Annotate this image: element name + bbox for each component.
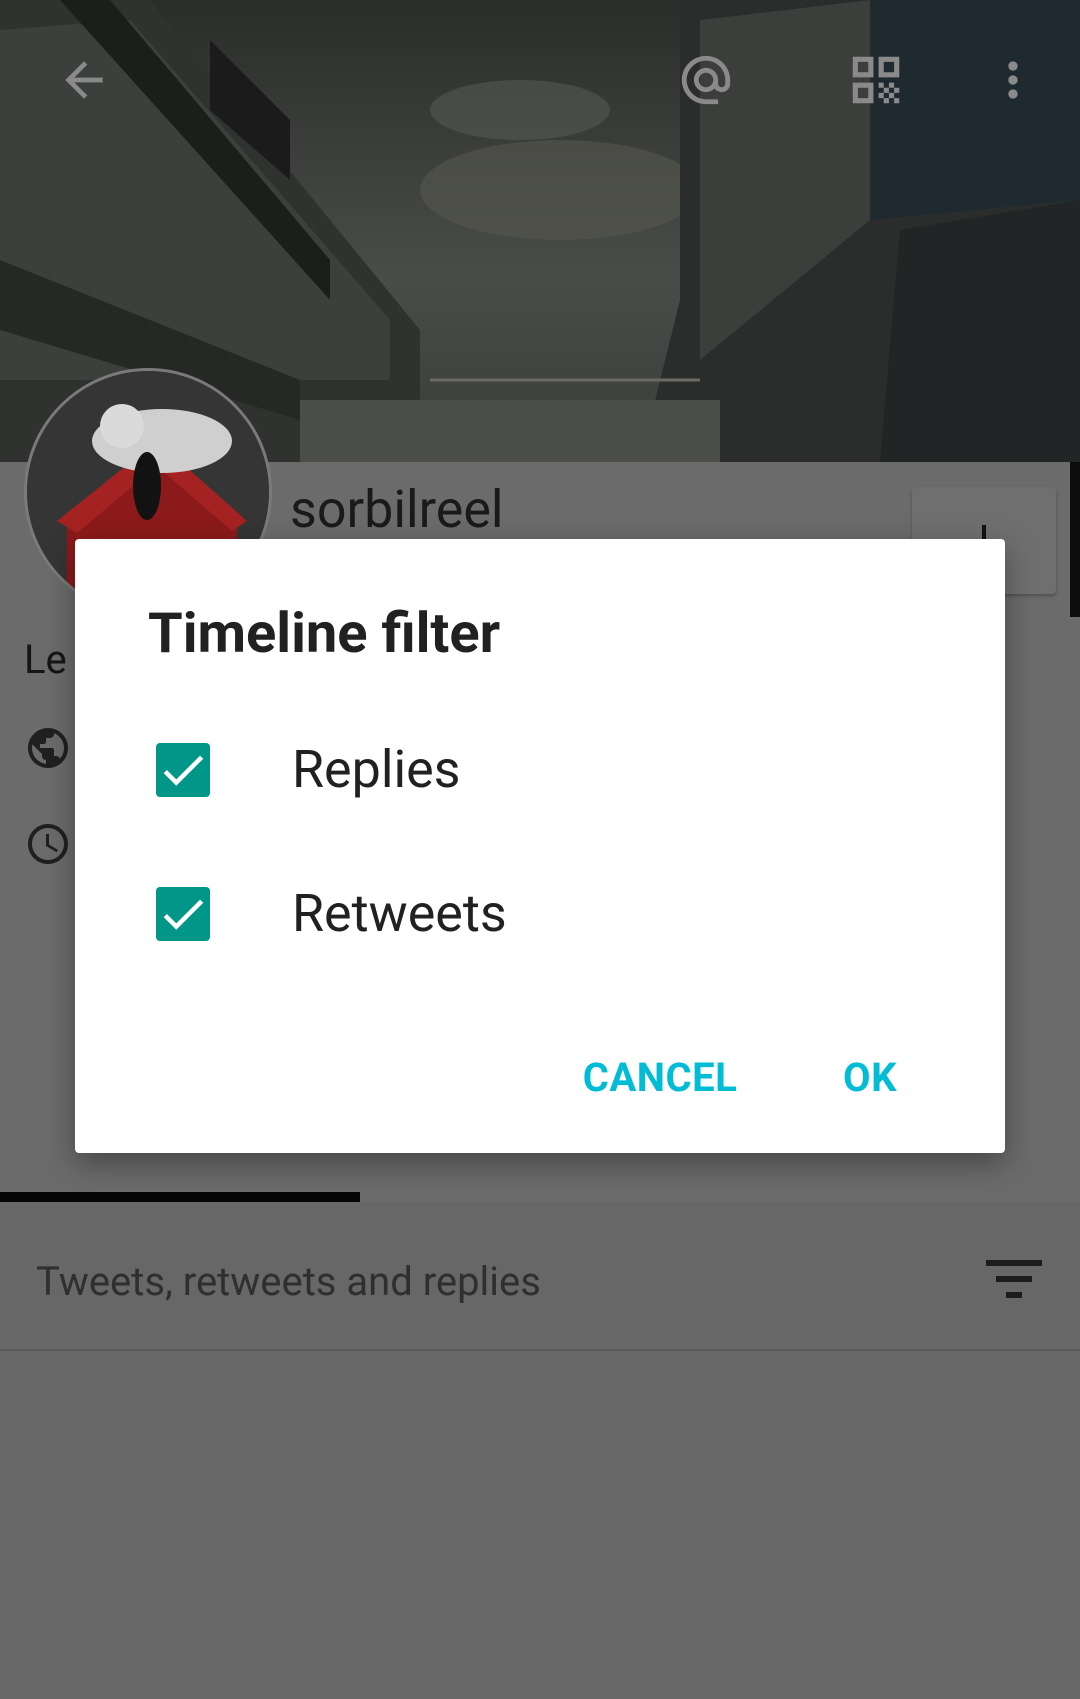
- app-screen: sorbilreel Le Tweets, retweets and repli…: [0, 0, 1080, 1699]
- scrollbar[interactable]: [1070, 462, 1080, 617]
- globe-icon: [28, 728, 68, 768]
- mention-icon: [681, 55, 731, 105]
- qr-code-icon: [852, 56, 900, 104]
- replies-checkbox[interactable]: [156, 743, 210, 797]
- arrow-back-icon: [65, 61, 103, 99]
- retweets-label: Retweets: [292, 883, 507, 944]
- filter-icon[interactable]: [986, 1260, 1042, 1300]
- ok-button[interactable]: OK: [820, 1037, 920, 1117]
- profile-username: sorbilreel: [290, 479, 504, 540]
- check-icon: [163, 755, 204, 786]
- more-vert-icon: [1008, 61, 1018, 99]
- mention-button[interactable]: [666, 40, 746, 120]
- replies-label: Replies: [292, 739, 461, 800]
- tab-indicator: [0, 1192, 360, 1202]
- more-options-button[interactable]: [973, 40, 1053, 120]
- timeline-filter-label: Tweets, retweets and replies: [36, 1258, 541, 1305]
- dialog-title: Timeline filter: [148, 600, 501, 666]
- option-retweets[interactable]: Retweets: [75, 856, 1005, 976]
- profile-bio: Le: [24, 636, 67, 683]
- retweets-checkbox[interactable]: [156, 887, 210, 941]
- option-replies[interactable]: Replies: [75, 712, 1005, 832]
- back-button[interactable]: [44, 40, 124, 120]
- cancel-button[interactable]: CANCEL: [565, 1037, 755, 1117]
- timeline-filter-dialog: Timeline filter Replies Retweets CANCEL …: [75, 539, 1005, 1153]
- check-icon: [163, 899, 204, 930]
- profile-toolbar: [0, 0, 1080, 160]
- qr-code-button[interactable]: [836, 40, 916, 120]
- clock-icon: [28, 824, 68, 864]
